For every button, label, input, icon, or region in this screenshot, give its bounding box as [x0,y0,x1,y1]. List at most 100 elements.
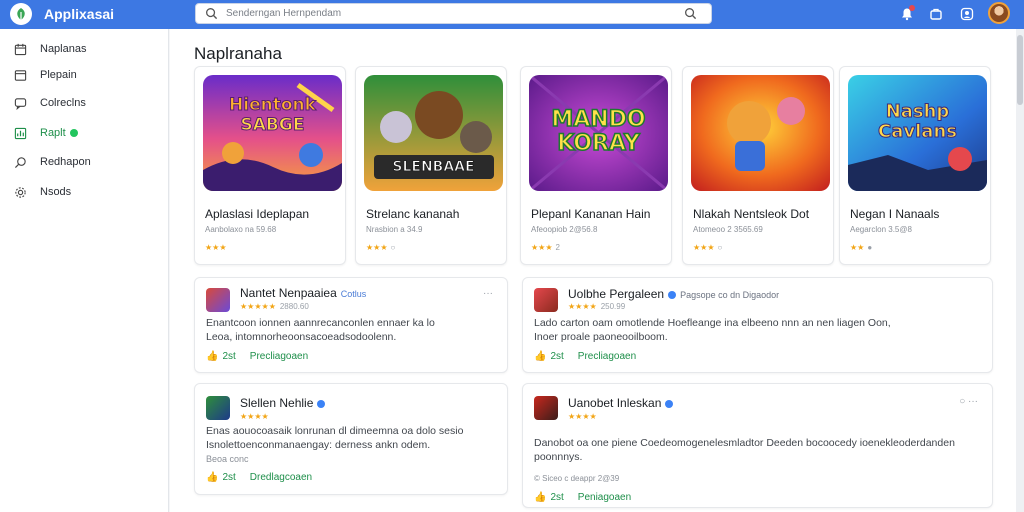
chat-icon [14,97,27,110]
review-footer[interactable]: 👍 2st Precliagoaen [206,351,308,362]
sidebar-item-label: Naplanas [40,43,87,55]
app-name[interactable]: Plepanl Kananan Hain [531,207,650,221]
review-title[interactable]: Nantet Nenpaaiea Cotlus [240,286,366,300]
search-bar[interactable] [195,3,712,24]
app-card[interactable]: MANDO KORAY Plepanl Kananan Hain Afeoopi… [520,66,672,265]
gear-icon [15,186,26,198]
app-card[interactable]: Hientonk SABGE Aplaslasi Ideplapan Aanbo… [194,66,346,265]
notification-badge [909,5,915,11]
account-icon[interactable] [958,5,976,23]
app-name[interactable]: Nlakah Nentsleok Dot [693,207,809,221]
rating-stars: ★★★ 2 [531,243,560,252]
review-footer[interactable]: 👍 2st Precliagoaen [534,351,636,362]
review-title[interactable]: Slellen Nehlie [240,396,326,410]
review-body: Enas aouocoasaik lonrunan dl dimeemna oa… [206,425,464,464]
app-title: Applixasai [44,6,115,22]
app-meta: Aegarclon 3.5@8 [850,225,912,234]
bag-icon[interactable] [927,5,945,23]
review-title[interactable]: Uanobet Inleskan [568,396,674,410]
thumbs-up-icon[interactable]: 👍 [206,472,218,483]
review-footer[interactable]: 👍 2st Dredlagcoaen [206,472,312,483]
chart-icon [14,127,27,139]
app-card[interactable]: Nlakah Nentsleok Dot Atomeoo 2 3565.69 ★… [682,66,834,265]
sidebar-item-nsods[interactable]: Nsods [0,180,169,204]
review-stars: ★★★★ [240,412,269,421]
sidebar: Naplanas Plepain Colreclns Raplt Redhapo… [0,29,169,512]
app-thumbnail[interactable]: MANDO KORAY [529,75,668,191]
review-title[interactable]: Uolbhe Pergaleen Pagsope co dn Digaodor [568,287,779,301]
sidebar-item-label: Raplt [40,127,66,139]
review-footer[interactable]: 👍 2st Peniagoaen [534,492,631,503]
app-logo-icon[interactable] [10,3,32,25]
scrollbar-thumb[interactable] [1017,35,1023,105]
app-thumbnail[interactable]: Hientonk SABGE [203,75,342,191]
review-avatar [206,288,230,312]
search-icon [14,156,26,168]
search-submit-icon[interactable] [684,7,697,20]
search-icon [206,8,218,20]
more-options-icon[interactable]: ○ ··· [959,396,978,407]
app-card[interactable]: SLENBAAE Strelanc kananah Nrasbion a 34.… [355,66,507,265]
thumbnail-subtitle: SABGE [240,115,305,135]
app-name[interactable]: Negan I Nanaals [850,207,939,221]
app-meta: Afeoopiob 2@56.8 [531,225,598,234]
sidebar-item-colreclns[interactable]: Colreclns [0,91,169,115]
review-card[interactable]: Slellen Nehlie ★★★★ Enas aouocoasaik lon… [194,383,508,495]
section-title: Naplranaha [194,44,282,63]
calendar-icon [14,43,27,55]
review-card[interactable]: Nantet Nenpaaiea Cotlus ★★★★★ 2880.60 ··· … [194,277,508,373]
status-dot [70,129,78,137]
review-card[interactable]: Uanobet Inleskan ★★★★ ○ ··· Danobot oa o… [522,383,993,508]
window-icon [14,69,27,81]
app-meta: Aanbolaxo na 59.68 [205,225,277,234]
notifications-icon[interactable] [898,5,916,23]
review-stars: ★★★★★ 2880.60 [240,302,309,311]
review-stars: ★★★★ 250.99 [568,302,626,311]
verified-icon [317,399,326,408]
user-avatar[interactable] [988,2,1010,24]
thumbnail-subtitle: Cavlans [878,121,958,142]
thumbnail-title: Nashp [885,101,950,122]
app-thumbnail[interactable]: SLENBAAE [364,75,503,191]
sidebar-item-raplt[interactable]: Raplt [0,121,169,145]
sidebar-item-label: Plepain [40,69,77,81]
verified-icon [668,290,677,299]
thumbnail-title: MANDO [551,107,647,132]
review-meta: © Siceo c deappr 2@39 [534,474,620,483]
rating-stars: ★★★ ○ [693,243,723,252]
sidebar-item-label: Nsods [40,186,72,198]
thumbnail-subtitle: KORAY [556,131,640,156]
review-stars: ★★★★ [568,412,597,421]
sidebar-item-redhapon[interactable]: Redhapon [0,150,169,174]
thumbs-up-icon[interactable]: 👍 [534,351,546,362]
verified-icon [665,399,674,408]
app-name[interactable]: Aplaslasi Ideplapan [205,207,309,221]
review-avatar [534,396,558,420]
app-name[interactable]: Strelanc kananah [366,207,459,221]
sidebar-item-label: Colreclns [40,97,86,109]
rating-stars: ★★ ● [850,243,873,252]
review-card[interactable]: Uolbhe Pergaleen Pagsope co dn Digaodor ★… [522,277,993,373]
review-avatar [206,396,230,420]
app-thumbnail[interactable] [691,75,830,191]
sidebar-item-label: Redhapon [40,156,91,168]
review-body: Danobot oa one piene Coedeomogenelesmlad… [534,437,955,463]
more-options-icon[interactable]: ··· [483,288,493,299]
review-body: Lado carton oam omotlende Hoefleange ina… [534,317,891,343]
sidebar-item-plepain[interactable]: Plepain [0,63,169,87]
app-meta: Atomeoo 2 3565.69 [693,225,763,234]
thumbs-up-icon[interactable]: 👍 [534,492,546,503]
sidebar-item-naplanas[interactable]: Naplanas [0,37,169,61]
review-avatar [534,288,558,312]
scrollbar[interactable] [1016,29,1024,512]
thumbnail-title: Hientonk [229,95,317,115]
app-thumbnail[interactable]: Nashp Cavlans [848,75,987,191]
thumbnail-title: SLENBAAE [392,159,475,176]
thumbs-up-icon[interactable]: 👍 [206,351,218,362]
rating-stars: ★★★ ○ [366,243,396,252]
top-bar: Applixasai [0,0,1024,29]
app-card[interactable]: Nashp Cavlans Negan I Nanaals Aegarclon … [839,66,991,265]
review-body: Enantcoon ionnen aannrecanconlen ennaer … [206,317,435,343]
search-input[interactable] [226,6,666,21]
app-meta: Nrasbion a 34.9 [366,225,423,234]
